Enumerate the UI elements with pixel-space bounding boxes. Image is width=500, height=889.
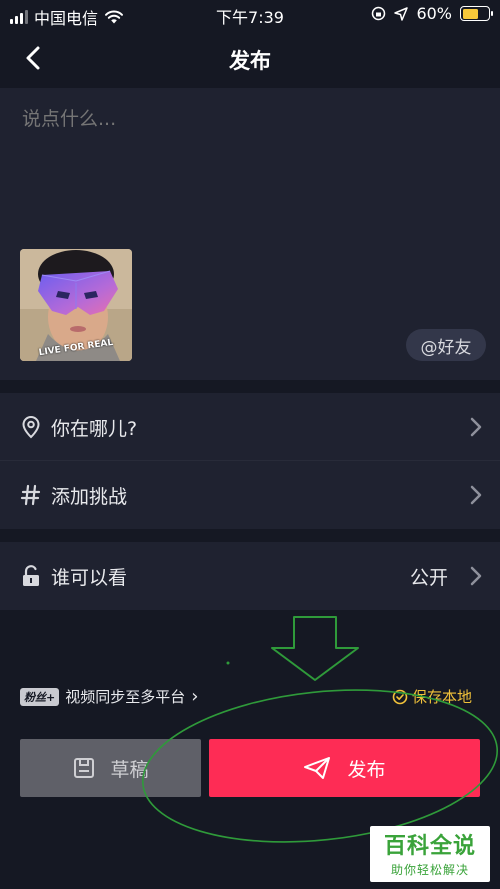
status-bar: 中国电信 下午7:39 60% <box>0 0 500 28</box>
visibility-row[interactable]: 谁可以看 公开 <box>0 542 500 610</box>
hashtag-icon <box>20 484 41 506</box>
location-pin-icon <box>22 415 40 439</box>
draft-button[interactable]: 草稿 <box>20 739 201 797</box>
page-title: 发布 <box>229 49 271 73</box>
battery-icon <box>460 6 493 21</box>
chevron-right-icon: › <box>191 686 199 707</box>
status-right: 60% <box>371 4 493 23</box>
arrow-down-icon <box>271 616 359 681</box>
sync-platforms-link[interactable]: 粉丝+ 视频同步至多平台 › <box>20 686 198 707</box>
watermark-title: 百科全说 <box>383 834 476 859</box>
video-cover-thumbnail[interactable]: LIVE FOR REAL <box>20 249 132 361</box>
fans-badge: 粉丝+ <box>20 687 60 706</box>
location-arrow-icon <box>394 6 409 21</box>
challenge-row[interactable]: 添加挑战 <box>0 461 500 529</box>
compose-card: LIVE FOR REAL @好友 <box>0 88 500 380</box>
publish-label: 发布 <box>347 758 386 781</box>
sync-label: 视频同步至多平台 <box>65 688 186 706</box>
chevron-right-icon <box>470 485 482 505</box>
draft-icon <box>74 758 95 778</box>
challenge-label: 添加挑战 <box>51 485 128 508</box>
watermark-subtitle: 助你轻松解决 <box>390 863 469 877</box>
nav-bar: 发布 <box>0 28 500 88</box>
visibility-value: 公开 <box>409 566 448 589</box>
unlock-icon <box>23 565 39 586</box>
battery-fill <box>462 8 478 19</box>
visibility-label: 谁可以看 <box>51 566 128 589</box>
watermark-logo: 百科全说 助你轻松解决 <box>370 826 490 882</box>
chevron-right-icon <box>470 566 482 586</box>
location-row[interactable]: 你在哪儿? <box>0 393 500 461</box>
caption-input[interactable] <box>22 108 462 130</box>
battery-percent: 60% <box>416 4 452 23</box>
chevron-right-icon <box>470 417 482 437</box>
save-local-toggle[interactable]: 保存本地 <box>392 686 472 707</box>
send-icon <box>304 757 331 779</box>
rotation-lock-icon <box>372 6 386 21</box>
publish-button[interactable]: 发布 <box>209 739 480 797</box>
save-local-label: 保存本地 <box>411 688 472 706</box>
check-circle-icon <box>392 689 408 704</box>
draft-label: 草稿 <box>110 758 149 781</box>
location-label: 你在哪儿? <box>51 417 138 440</box>
mention-friend-button[interactable]: @好友 <box>406 329 486 361</box>
